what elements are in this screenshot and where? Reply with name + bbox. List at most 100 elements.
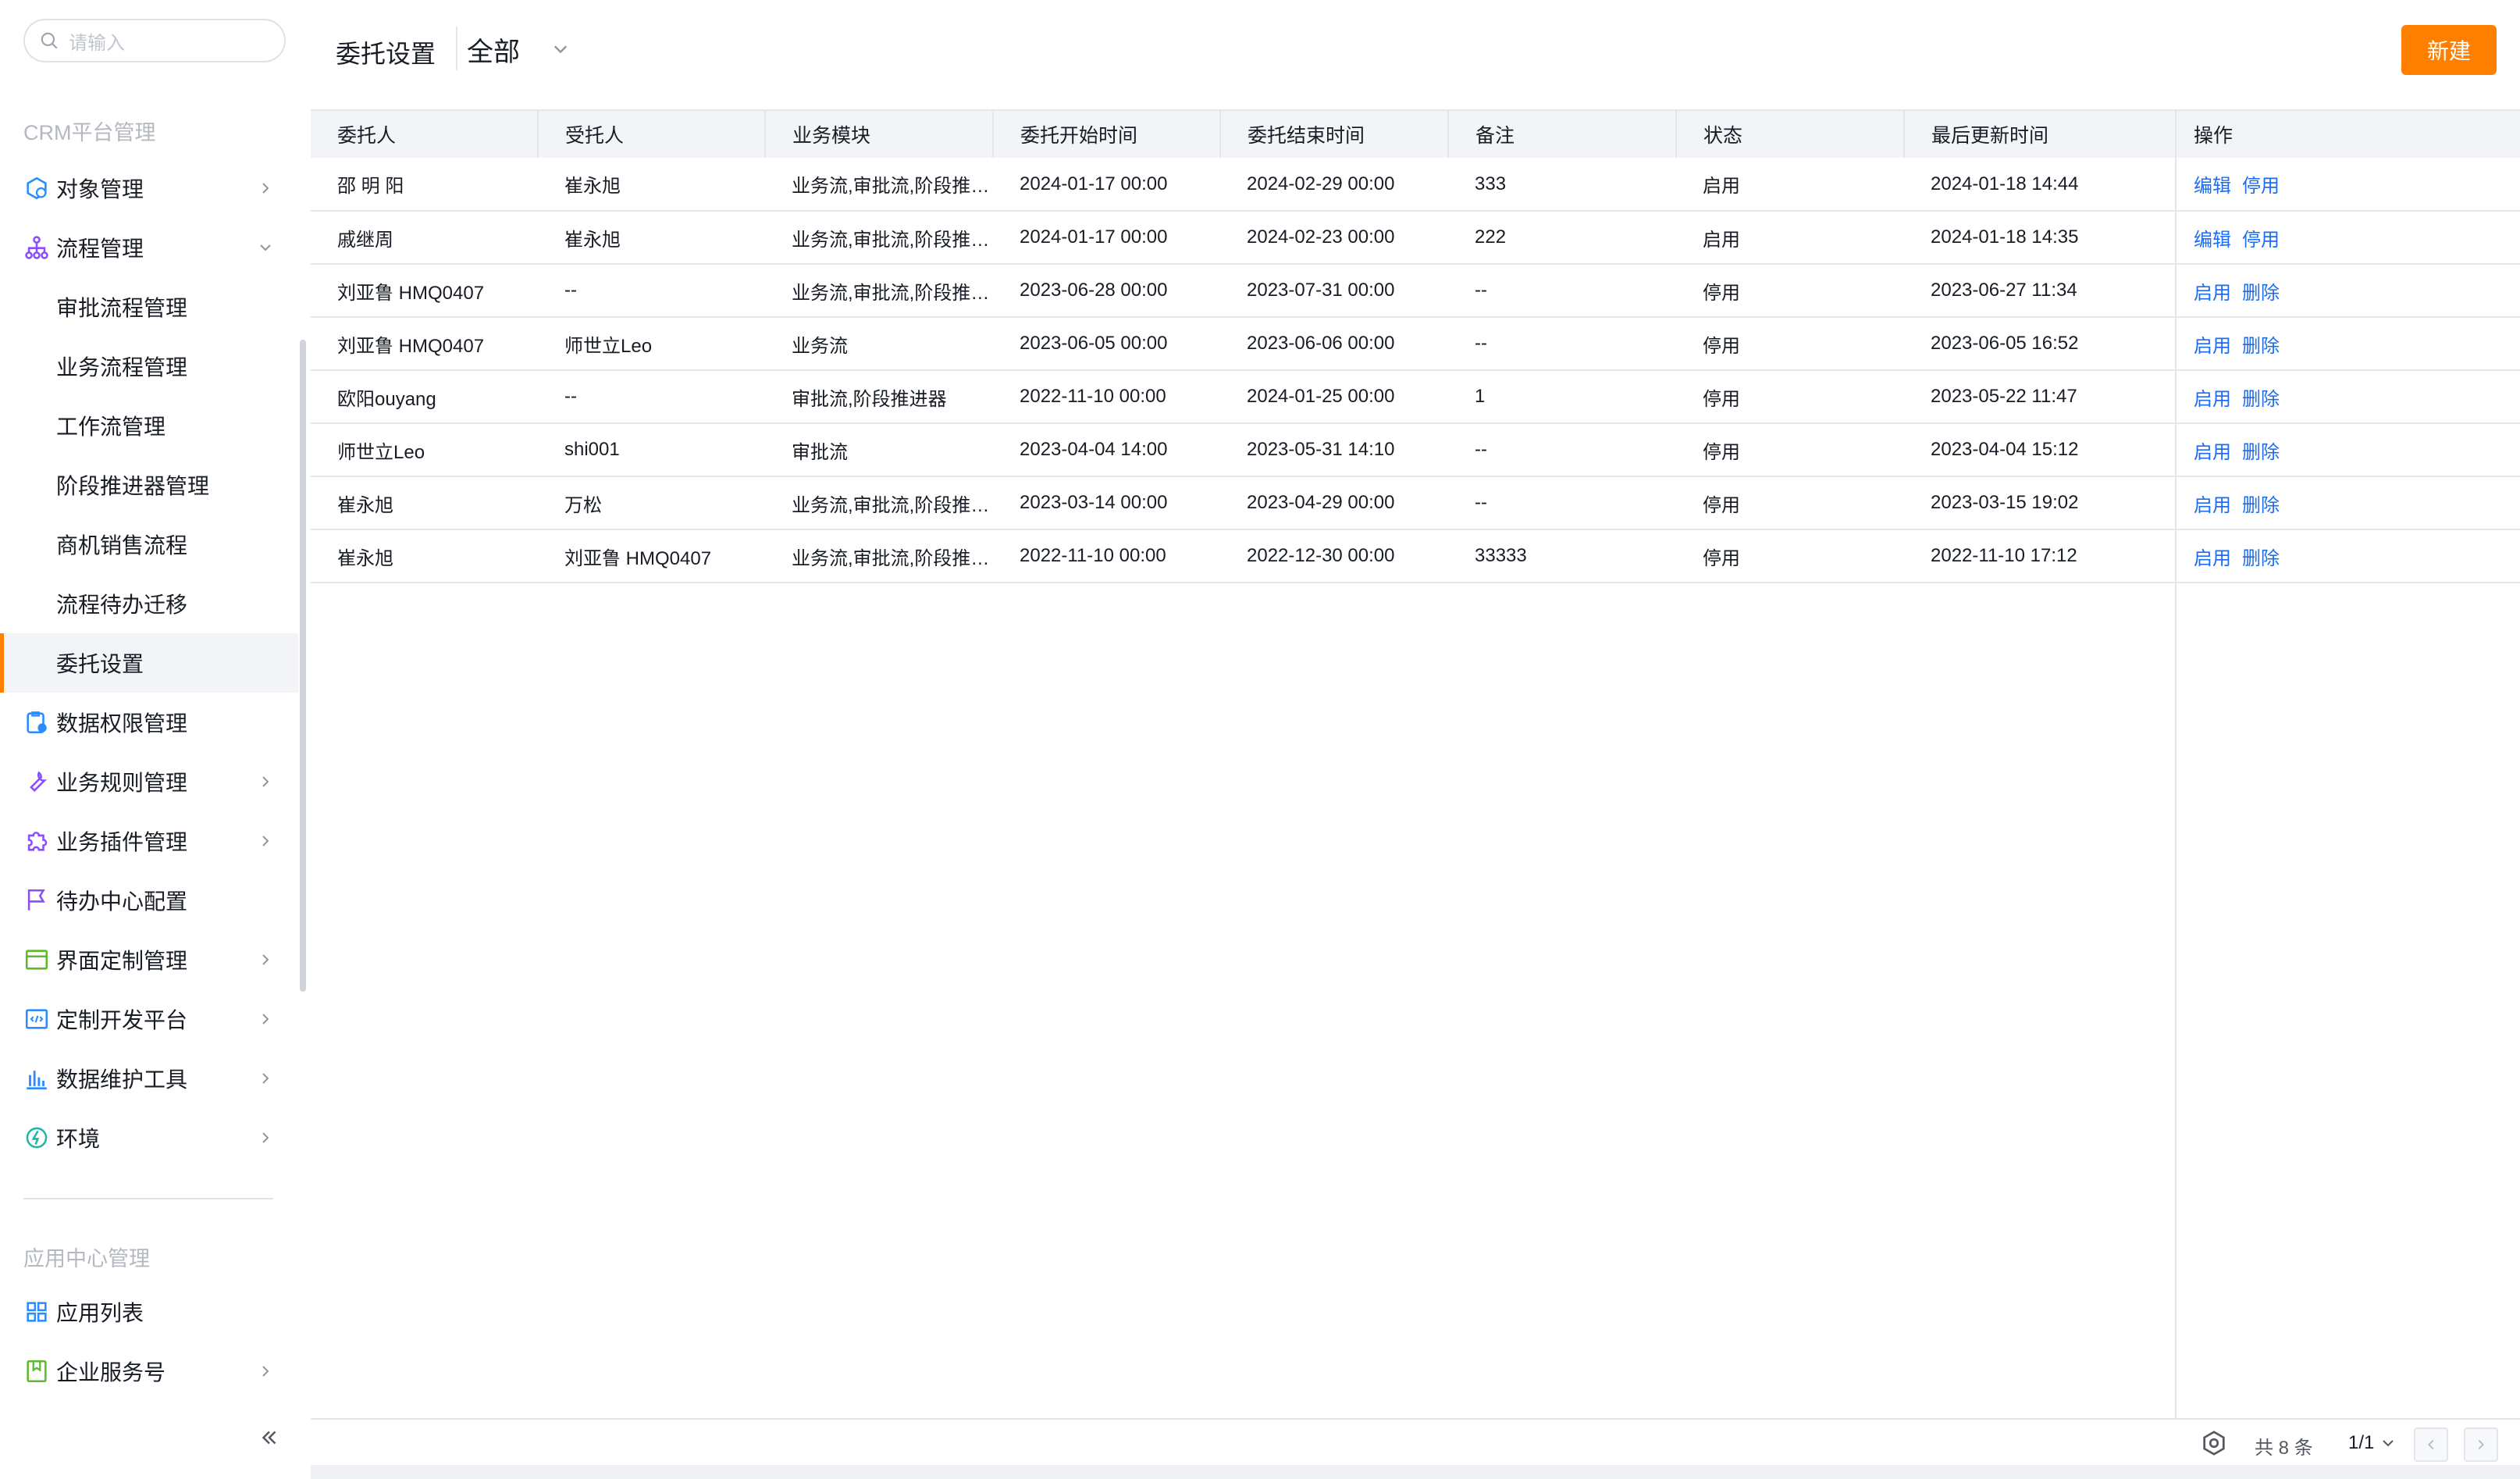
sidebar-item-object[interactable]: 对象管理 [0, 159, 298, 218]
cell-actions: 启用 删除 [2175, 529, 2520, 583]
cell-trustee: 刘亚鲁 HMQ0407 [564, 547, 712, 569]
row-action-link[interactable]: 停用 [2242, 230, 2280, 251]
row-action-link[interactable]: 删除 [2242, 548, 2280, 569]
sidebar-scrollbar[interactable] [300, 340, 306, 992]
sidebar-item-label: 界面定制管理 [56, 949, 188, 973]
sidebar-item-business-flow[interactable]: 业务流程管理 [0, 337, 298, 396]
table-row[interactable]: 崔永旭 万松 业务流,审批流,阶段推进器 2023-03-14 00:00 2023-0… [311, 476, 2520, 529]
cell-note: -- [1475, 492, 1487, 513]
sidebar-item-stage-advancer[interactable]: 阶段推进器管理 [0, 455, 298, 515]
sidebar-item-approval-flow[interactable]: 审批流程管理 [0, 277, 298, 337]
bookmark-icon [27, 1360, 47, 1383]
search-input[interactable]: 请输入 [23, 19, 286, 62]
sidebar-item-environment[interactable]: 环境 [0, 1108, 298, 1167]
cell-trustee: 万松 [564, 494, 602, 516]
sidebar-item-opportunity-flow[interactable]: 商机销售流程 [0, 515, 298, 574]
row-action-link[interactable]: 启用 [2194, 495, 2231, 516]
table-row[interactable]: 戚继周 崔永旭 业务流,审批流,阶段推进器 2024-01-17 00:00 2024-… [311, 211, 2520, 264]
page-select[interactable]: 1/1 [2348, 1432, 2396, 1454]
table-row[interactable]: 崔永旭 刘亚鲁 HMQ0407 业务流,审批流,阶段推进器 2022-11-10 00… [311, 529, 2520, 583]
sidebar-item-flow[interactable]: 流程管理 [0, 218, 298, 277]
scope-filter-select[interactable]: 全部 [467, 31, 570, 67]
settings-icon[interactable] [2200, 1429, 2228, 1457]
row-action-link[interactable]: 启用 [2194, 442, 2231, 463]
row-action-link[interactable]: 删除 [2242, 336, 2280, 357]
flag-icon [27, 889, 45, 911]
sidebar-item-delegation[interactable]: 委托设置 [0, 633, 298, 693]
sidebar-item-label: 流程管理 [56, 237, 144, 261]
sidebar-item-business-plugins[interactable]: 业务插件管理 [0, 811, 298, 871]
row-action-link[interactable]: 删除 [2242, 495, 2280, 516]
row-action-link[interactable]: 编辑 [2194, 176, 2231, 197]
column-header[interactable]: 委托开始时间 [993, 111, 1221, 158]
column-header[interactable]: 委托人 [311, 111, 539, 158]
table-row[interactable]: 邵 明 阳 崔永旭 业务流,审批流,阶段推进器 2024-01-17 00:00 202… [311, 158, 2520, 211]
cell-principal: 崔永旭 [337, 547, 393, 569]
collapse-sidebar-icon[interactable] [258, 1426, 281, 1449]
flow-icon [25, 236, 48, 259]
sidebar-item-todo-migration[interactable]: 流程待办迁移 [0, 574, 298, 633]
sidebar-item-dev-platform[interactable]: 定制开发平台 [0, 989, 298, 1049]
cell-start: 2023-03-14 00:00 [1020, 492, 1168, 513]
column-header[interactable]: 业务模块 [765, 111, 994, 158]
page-indicator: 1/1 [2348, 1432, 2375, 1453]
cell-end: 2023-06-06 00:00 [1247, 333, 1395, 354]
row-action-link[interactable]: 启用 [2194, 548, 2231, 569]
cell-updated: 2023-05-22 11:47 [1931, 386, 2077, 407]
table-row[interactable]: 刘亚鲁 HMQ0407 -- 业务流,审批流,阶段推进器 2023-06-28 00:… [311, 264, 2520, 317]
row-action-link[interactable]: 启用 [2194, 283, 2231, 304]
sidebar-item-ui-customization[interactable]: 界面定制管理 [0, 930, 298, 989]
cell-trustee: -- [564, 386, 577, 407]
row-action-link[interactable]: 删除 [2242, 442, 2280, 463]
row-action-link[interactable]: 启用 [2194, 389, 2231, 410]
cell-status: 停用 [1703, 335, 1740, 357]
row-action-link[interactable]: 停用 [2242, 176, 2280, 197]
cell-start: 2023-06-28 00:00 [1020, 280, 1168, 301]
chevron-right-icon [262, 954, 269, 965]
sidebar-item-enterprise-service[interactable]: 企业服务号 [0, 1342, 298, 1401]
row-action-link[interactable]: 启用 [2194, 336, 2231, 357]
sidebar-item-workflow[interactable]: 工作流管理 [0, 396, 298, 455]
sidebar-item-label: 对象管理 [56, 177, 144, 201]
title-separator [456, 27, 457, 70]
environment-icon [26, 1127, 48, 1149]
row-action-link[interactable]: 编辑 [2194, 230, 2231, 251]
chevron-right-icon [262, 836, 269, 846]
cell-note: 33333 [1475, 545, 1527, 566]
main-content: 委托设置 全部 新建 委托人 受托人 业务模块 委托开始时间 委托结束时间 备注… [311, 0, 2520, 1479]
cell-principal: 欧阳ouyang [337, 388, 436, 410]
cell-note: -- [1475, 439, 1487, 460]
column-header[interactable]: 备注 [1448, 111, 1677, 158]
column-header[interactable]: 受托人 [538, 111, 766, 158]
prev-page-button[interactable] [2414, 1427, 2448, 1462]
table-row[interactable]: 欧阳ouyang -- 审批流,阶段推进器 2022-11-10 00:00 2024-… [311, 370, 2520, 423]
cell-module: 业务流,审批流,阶段推进器 [792, 494, 993, 516]
cell-updated: 2023-06-27 11:34 [1931, 280, 2077, 301]
column-header[interactable]: 最后更新时间 [1904, 111, 2176, 158]
sidebar-item-label: 待办中心配置 [56, 889, 188, 914]
chevron-right-icon [262, 776, 269, 787]
cell-actions: 启用 删除 [2175, 317, 2520, 370]
sidebar-item-business-rules[interactable]: 业务规则管理 [0, 752, 298, 811]
new-button[interactable]: 新建 [2401, 25, 2497, 75]
chevron-right-icon [262, 1132, 269, 1143]
sidebar-item-data-permission[interactable]: 数据权限管理 [0, 693, 298, 752]
table-row[interactable]: 师世立Leo shi001 审批流 2023-04-04 14:00 2023-05-3… [311, 423, 2520, 476]
row-action-link[interactable]: 删除 [2242, 389, 2280, 410]
table-row[interactable]: 刘亚鲁 HMQ0407 师世立Leo 业务流 2023-06-05 00:00 2023… [311, 317, 2520, 370]
row-action-link[interactable]: 删除 [2242, 283, 2280, 304]
sidebar-item-data-maintenance[interactable]: 数据维护工具 [0, 1049, 298, 1108]
sidebar-item-app-list[interactable]: 应用列表 [0, 1282, 298, 1342]
sidebar-item-todo-center[interactable]: 待办中心配置 [0, 871, 298, 930]
chevron-left-icon [2428, 1439, 2434, 1450]
column-header[interactable]: 状态 [1676, 111, 1905, 158]
cell-end: 2023-07-31 00:00 [1247, 280, 1395, 301]
sidebar-item-label: 业务插件管理 [56, 830, 188, 854]
cell-end: 2023-05-31 14:10 [1247, 439, 1395, 460]
cell-trustee: -- [564, 280, 577, 301]
column-header[interactable]: 委托结束时间 [1220, 111, 1449, 158]
sidebar-item-label: 业务流程管理 [56, 355, 188, 380]
horizontal-scroll-track[interactable] [311, 1465, 2520, 1479]
cell-actions: 编辑 停用 [2175, 211, 2520, 264]
next-page-button[interactable] [2464, 1427, 2498, 1462]
